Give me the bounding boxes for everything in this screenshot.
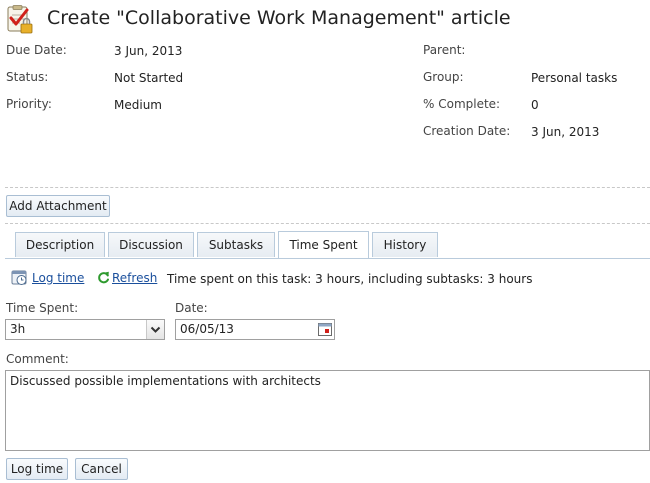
tab-discussion[interactable]: Discussion (108, 232, 194, 257)
parent-label: Parent: (423, 43, 466, 57)
date-input[interactable]: 06/05/13 (175, 319, 335, 340)
time-spent-summary: Time spent on this task: 3 hours, includ… (167, 272, 533, 286)
time-spent-select-value: 3h (10, 322, 26, 336)
tab-time-spent[interactable]: Time Spent (278, 231, 369, 258)
refresh-icon[interactable] (97, 271, 110, 284)
group-label: Group: (423, 70, 464, 84)
comment-textarea[interactable]: Discussed possible implementations with … (5, 370, 650, 451)
priority-value: Medium (114, 98, 162, 112)
due-date-value: 3 Jun, 2013 (114, 44, 183, 58)
date-label: Date: (175, 301, 208, 315)
creation-date-value: 3 Jun, 2013 (531, 125, 600, 139)
attachment-divider (5, 223, 650, 224)
log-time-link[interactable]: Log time (32, 271, 84, 285)
cancel-button[interactable]: Cancel (75, 458, 128, 480)
tab-history[interactable]: History (372, 232, 438, 257)
task-checklist-lock-icon (5, 5, 35, 35)
tab-subtasks[interactable]: Subtasks (197, 232, 275, 257)
status-value: Not Started (114, 71, 184, 85)
due-date-label: Due Date: (6, 43, 67, 57)
comment-label: Comment: (6, 352, 69, 366)
creation-date-label: Creation Date: (423, 124, 511, 138)
group-value: Personal tasks (531, 71, 618, 85)
percent-complete-value: 0 (531, 98, 539, 112)
calendar-icon[interactable] (317, 321, 333, 338)
details-divider (5, 187, 650, 188)
tab-description[interactable]: Description (15, 232, 105, 257)
date-input-value: 06/05/13 (180, 322, 234, 336)
percent-complete-label: % Complete: (423, 97, 501, 111)
comment-text: Discussed possible implementations with … (10, 374, 321, 388)
chevron-down-icon[interactable] (146, 320, 164, 339)
add-attachment-button[interactable]: Add Attachment (6, 195, 110, 217)
page-title: Create "Collaborative Work Management" a… (47, 7, 511, 29)
log-time-clock-icon[interactable] (11, 269, 28, 286)
time-spent-select[interactable]: 3h (5, 319, 165, 340)
time-spent-label: Time Spent: (6, 301, 79, 315)
log-time-button[interactable]: Log time (6, 458, 68, 480)
priority-label: Priority: (6, 97, 52, 111)
refresh-link[interactable]: Refresh (112, 271, 157, 285)
status-label: Status: (6, 70, 49, 84)
